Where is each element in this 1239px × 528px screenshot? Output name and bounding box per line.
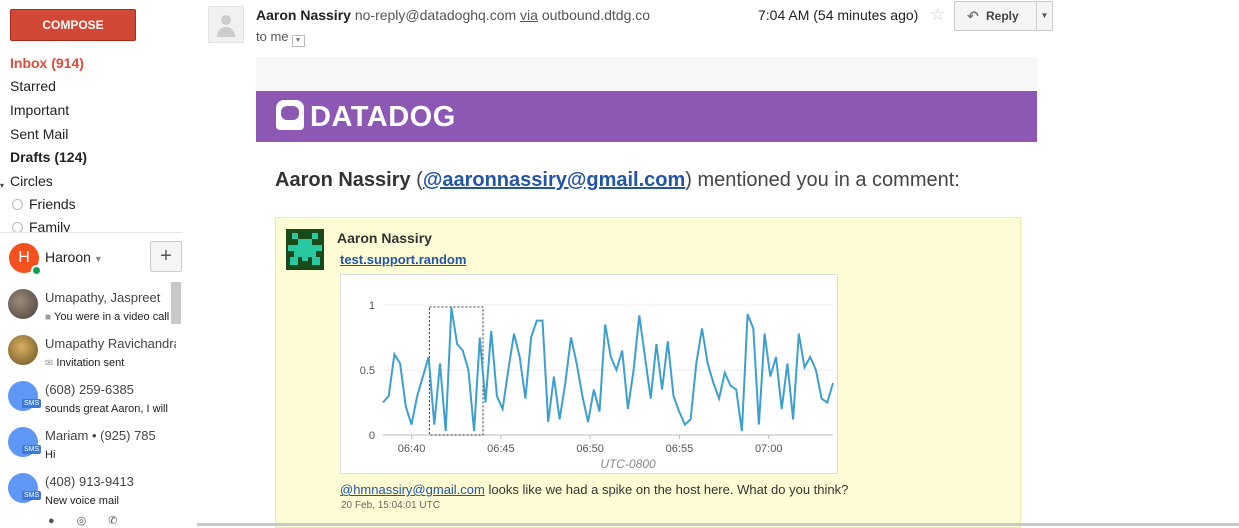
series-line: [382, 307, 834, 432]
dashboard-link[interactable]: test.support.random: [340, 252, 466, 267]
user-avatar-icon: [286, 229, 324, 270]
nav-circles[interactable]: Circles: [10, 173, 53, 189]
headline-name: Aaron Nassiry: [275, 169, 411, 191]
reply-button[interactable]: ↶ Reply: [954, 1, 1037, 31]
recipients-label: to me: [256, 29, 289, 44]
expand-arrow-icon[interactable]: ▾: [0, 181, 4, 190]
sender-avatar: [208, 6, 244, 43]
circle-friends[interactable]: Friends: [12, 196, 76, 212]
reply-arrow-icon: ↶: [967, 8, 979, 24]
sms-avatar-icon: [8, 427, 42, 457]
contact-avatar: [8, 289, 38, 319]
contact-name: Umapathy Ravichandran: [45, 336, 176, 351]
headline-rest: ) mentioned you in a comment:: [685, 169, 960, 191]
x-tick-label: 07:00: [755, 443, 783, 455]
via-link[interactable]: via: [520, 7, 538, 23]
x-tick-label: 06:45: [487, 443, 515, 455]
comment-card: Aaron Nassiry test.support.random 0 0.5 1 0…: [275, 217, 1021, 528]
contact-item[interactable]: Umapathy Ravichandran ✉ Invitation sent: [8, 335, 176, 379]
nav-inbox[interactable]: Inbox (914): [10, 55, 84, 71]
reply-label: Reply: [986, 9, 1019, 23]
x-axis-label: UTC-0800: [600, 457, 656, 471]
my-name-dropdown[interactable]: Haroon ▼: [45, 249, 103, 265]
sms-avatar-icon: [8, 473, 42, 503]
circle-friends-label: Friends: [29, 196, 76, 212]
y-tick-label: 1: [369, 300, 375, 312]
sender-email: no-reply@datadoghq.com: [354, 7, 517, 23]
x-tick-label: 06:55: [666, 443, 694, 455]
nav-sent-mail[interactable]: Sent Mail: [10, 126, 68, 142]
circle-icon: [12, 222, 23, 232]
comment-body: looks like we had a spike on the host he…: [484, 482, 849, 497]
headline-email-link[interactable]: @aaronnassiry@gmail.com: [423, 169, 685, 191]
contact-item[interactable]: Mariam • (925) 785 Hi: [8, 427, 176, 471]
circle-icon: [12, 199, 23, 210]
y-tick-label: 0.5: [360, 365, 375, 377]
from-line: Aaron Nassiry no-reply@datadoghq.com via…: [256, 7, 650, 23]
contact-name: (408) 913-9413: [45, 474, 134, 489]
line-chart: 0 0.5 1 06:40 06:45 06:50 06:55 07:00 UTC-0800: [360, 300, 834, 471]
message-header: Aaron Nassiry no-reply@datadoghq.com via…: [208, 0, 1053, 50]
contact-status: sounds great Aaron, I will: [45, 403, 168, 415]
contact-status: Invitation sent: [56, 357, 125, 369]
bottom-divider: [197, 523, 1239, 526]
compose-button[interactable]: COMPOSE: [10, 9, 136, 41]
contact-status: You were in a video call: [54, 311, 170, 323]
sms-avatar-icon: [8, 381, 42, 411]
contact-name: Mariam • (925) 785: [45, 428, 156, 443]
y-tick-label: 0: [369, 430, 375, 442]
hangouts-footer: ● ◎ ✆: [48, 514, 139, 527]
online-status-icon: [31, 265, 42, 276]
mail-icon: ✉: [45, 358, 54, 369]
chevron-down-icon: ▼: [93, 254, 103, 264]
my-name: Haroon: [45, 249, 91, 265]
contact-item[interactable]: (408) 913-9413 New voice mail: [8, 473, 176, 517]
dog-logo-icon: [276, 100, 304, 130]
datadog-logo[interactable]: DATADOG: [276, 100, 456, 134]
message-time: 7:04 AM (54 minutes ago): [758, 7, 919, 23]
contact-status: Hi: [45, 449, 56, 461]
details-dropdown-icon[interactable]: ▼: [291, 35, 305, 47]
comment-timestamp: 20 Feb, 15:04:01 UTC: [341, 500, 440, 511]
mention-headline: Aaron Nassiry (@aaronnassiry@gmail.com) …: [275, 169, 960, 192]
via-domain: outbound.dtdg.co: [541, 7, 651, 23]
contact-item[interactable]: Umapathy, Jaspreet ■ You were in a video …: [8, 289, 176, 333]
email-body: Aaron Nassiry (@aaronnassiry@gmail.com) …: [256, 142, 1037, 528]
metric-graph[interactable]: 0 0.5 1 06:40 06:45 06:50 06:55 07:00 UTC-0800: [340, 274, 838, 474]
nav-starred[interactable]: Starred: [10, 78, 56, 94]
person-icon[interactable]: ●: [48, 515, 55, 527]
comment-author: Aaron Nassiry: [337, 230, 432, 246]
more-actions-chevron-icon[interactable]: ▼: [1036, 1, 1053, 31]
contact-item[interactable]: (608) 259-6385 sounds great Aaron, I wil…: [8, 381, 176, 425]
circle-family[interactable]: Family: [12, 219, 70, 232]
divider: [0, 232, 182, 233]
contact-status: New voice mail: [45, 495, 119, 507]
circle-family-label: Family: [29, 219, 71, 232]
left-sidebar: COMPOSE Inbox (914) Starred Important Se…: [0, 0, 182, 528]
nav-drafts[interactable]: Drafts (124): [10, 149, 87, 165]
video-icon: ■: [45, 312, 52, 323]
sender-name[interactable]: Aaron Nassiry: [256, 7, 351, 23]
contact-avatar: [8, 335, 38, 365]
email-content: DATADOG Aaron Nassiry (@aaronnassiry@gma…: [256, 57, 1037, 528]
x-tick-label: 06:40: [398, 443, 426, 455]
phone-icon[interactable]: ✆: [108, 515, 117, 527]
x-tick-label: 06:50: [576, 443, 604, 455]
nav-important[interactable]: Important: [10, 102, 69, 118]
mention-link[interactable]: @hmnassiry@gmail.com: [340, 482, 485, 497]
star-icon[interactable]: ☆: [930, 5, 945, 25]
new-hangout-button[interactable]: +: [150, 241, 182, 272]
hangouts-icon[interactable]: ◎: [77, 515, 87, 527]
contact-name: (608) 259-6385: [45, 382, 134, 397]
contact-name: Umapathy, Jaspreet: [45, 290, 161, 305]
headline-open: (: [410, 169, 423, 191]
comment-text: @hmnassiry@gmail.com looks like we had a…: [340, 482, 848, 497]
datadog-header-band: DATADOG: [256, 91, 1037, 142]
recipients: to me ▼: [256, 29, 305, 47]
logo-text: DATADOG: [310, 101, 456, 133]
